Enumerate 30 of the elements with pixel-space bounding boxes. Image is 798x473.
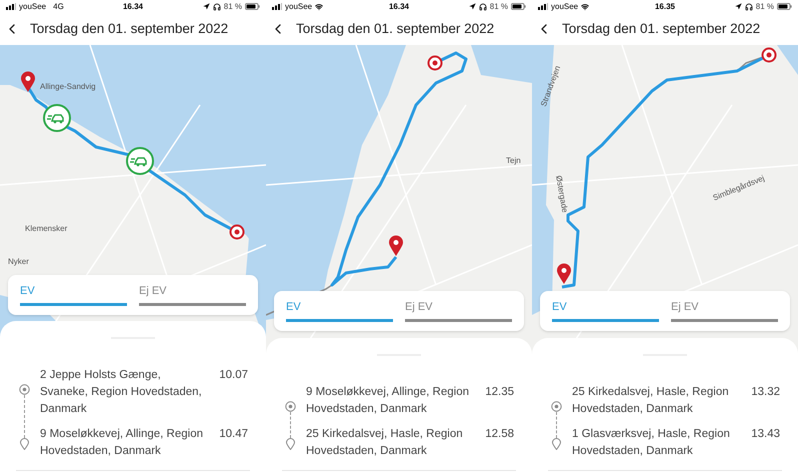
network-type: 4G [53,0,64,12]
carrier-name: youSee [551,0,578,12]
stop-address: 9 Moseløkkevej, Allinge, Region Hovedstaden, Danmark [306,385,470,417]
stop-time: 12.58 [485,427,514,442]
stop-time: 13.43 [751,427,780,442]
battery-percentage: 81 % [756,0,774,12]
clock: 16.35 [654,0,676,12]
stop-time: 10.07 [219,368,248,383]
stop-address: 25 Kirkedalsvej, Hasle, Region Hovedstaden, Danmark [306,427,464,459]
map-label: Nyker [8,258,29,266]
map-label: Østergade [554,175,568,214]
stop-address: 25 Kirkedalsvej, Hasle, Region Hovedstaden, Danmark [572,385,730,417]
map-label: Klemensker [25,225,68,233]
clock: 16.34 [388,0,410,12]
stop-address: 2 Jeppe Holsts Gænge, Svaneke, Region Hovedstaden, Danmark [40,368,203,417]
stop-time: 13.32 [751,385,780,400]
map-label: Allinge-Sandvig [40,83,96,91]
page-title: Torsdag den 01. september 2022 [30,20,228,38]
page-title: Torsdag den 01. september 2022 [296,20,494,38]
stop-time: 10.47 [219,427,248,442]
carrier-name: youSee [285,0,312,12]
page-title: Torsdag den 01. september 2022 [562,20,760,38]
stop-address: 9 Moseløkkevej, Allinge, Region Hovedstaden, Danmark [40,427,204,459]
battery-percentage: 81 % [224,0,242,12]
carrier-name: youSee [19,0,46,12]
clock: 16.34 [122,0,144,12]
stop-time: 12.35 [485,385,514,400]
stop-address: 1 Glasværksvej, Hasle, Region Hovedstaden, Danmark [572,427,731,459]
map-label: Tejn [506,157,521,165]
battery-percentage: 81 % [490,0,508,12]
